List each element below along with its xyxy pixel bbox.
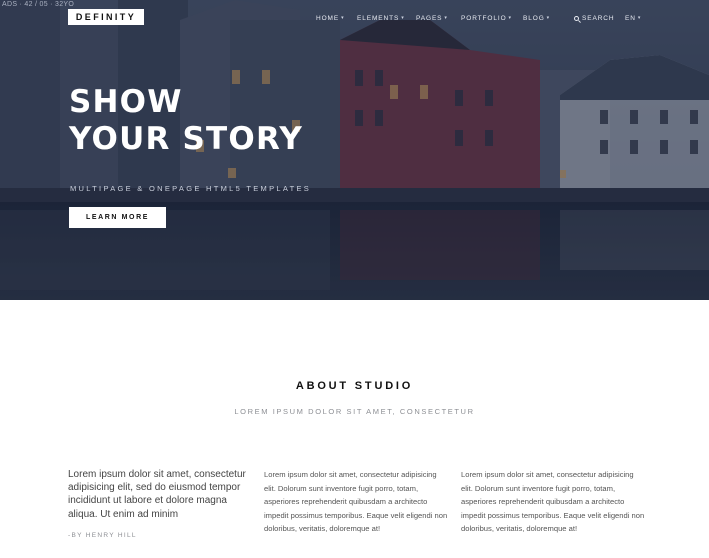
nav-blog[interactable]: BLOG ▾ bbox=[523, 15, 550, 22]
chevron-down-icon: ▾ bbox=[401, 15, 405, 21]
nav-pages-label: PAGES bbox=[416, 14, 443, 22]
about-quote: Lorem ipsum dolor sit amet, consectetur … bbox=[68, 469, 246, 520]
nav-portfolio-label: PORTFOLIO bbox=[461, 14, 507, 22]
nav-home-label: HOME bbox=[316, 14, 340, 22]
quote-author: -BY HENRY HILL bbox=[68, 532, 137, 539]
nav-home[interactable]: HOME ▾ bbox=[316, 15, 345, 22]
nav-elements[interactable]: ELEMENTS ▾ bbox=[357, 15, 405, 22]
hero-corner-tag: ADS · 42 / 05 · 32YO bbox=[2, 1, 75, 8]
logo[interactable]: DEFINITY bbox=[68, 9, 144, 25]
nav-search[interactable]: SEARCH bbox=[574, 15, 615, 22]
about-title: ABOUT STUDIO bbox=[295, 380, 414, 392]
about-subtitle: LOREM IPSUM DOLOR SIT AMET, CONSECTETUR bbox=[234, 407, 475, 416]
chevron-down-icon: ▾ bbox=[444, 15, 448, 21]
nav-elements-label: ELEMENTS bbox=[357, 14, 400, 22]
chevron-down-icon: ▾ bbox=[637, 15, 642, 21]
search-icon bbox=[574, 15, 579, 21]
nav-portfolio[interactable]: PORTFOLIO ▾ bbox=[461, 15, 512, 22]
nav-pages[interactable]: PAGES ▾ bbox=[416, 15, 448, 22]
chevron-down-icon: ▾ bbox=[341, 15, 345, 21]
hero-subtitle: MULTIPAGE & ONEPAGE HTML5 TEMPLATES bbox=[70, 184, 312, 193]
nav-language[interactable]: EN ▾ bbox=[625, 15, 641, 22]
chevron-down-icon: ▾ bbox=[546, 15, 551, 21]
nav-blog-label: BLOG bbox=[523, 14, 545, 22]
learn-more-button[interactable]: LEARN MORE bbox=[69, 207, 166, 228]
about-column-2: Lorem ipsum dolor sit amet, consectetur … bbox=[264, 470, 448, 533]
hero-section: ADS · 42 / 05 · 32YO DEFINITY HOME ▾ ELE… bbox=[0, 0, 709, 300]
hero-title-line-1: SHOW bbox=[69, 84, 183, 120]
nav-search-label: SEARCH bbox=[582, 14, 615, 22]
chevron-down-icon: ▾ bbox=[508, 15, 512, 21]
nav-language-label: EN bbox=[625, 14, 636, 22]
about-column-3: Lorem ipsum dolor sit amet, consectetur … bbox=[461, 470, 645, 533]
hero-title-line-2: YOUR STORY bbox=[69, 121, 303, 157]
hero-title: SHOW YOUR STORY bbox=[69, 84, 303, 158]
